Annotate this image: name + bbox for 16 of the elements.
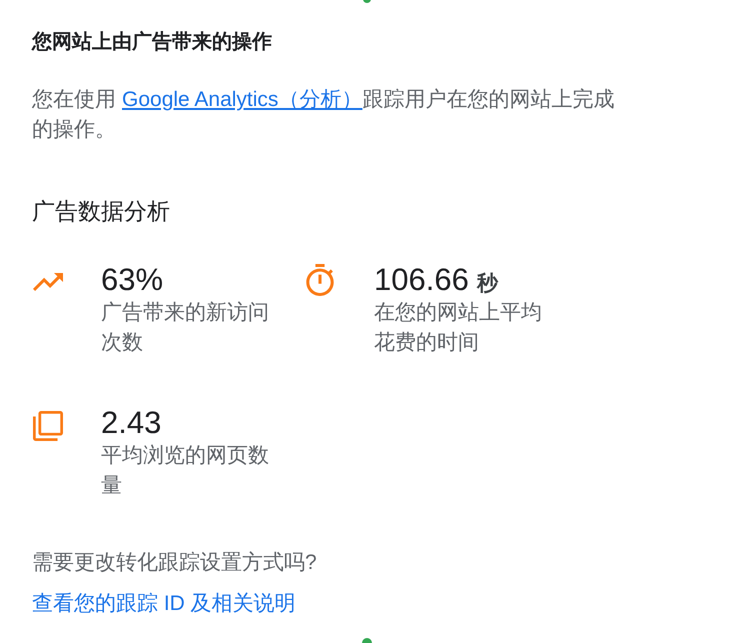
unit-label: 秒 [476,271,498,297]
metric-label: 在您的网站上平均花费的时间 [374,300,543,356]
tracking-id-link[interactable]: 查看您的跟踪 ID 及相关说明 [32,589,296,619]
section-heading: 您网站上由广告带来的操作 [32,30,272,55]
metric-value: 106.66 [374,262,469,298]
trending-up-icon [33,272,63,290]
metric-value: 2.43 [101,405,162,441]
metric-value: 63% [101,262,164,298]
metric-label: 广告带来的新访问次数 [101,300,270,356]
analytics-link[interactable]: Google Analytics（分析） [122,88,362,111]
question-text: 需要更改转化跟踪设置方式吗? [32,550,317,576]
stopwatch-icon [306,264,334,296]
description-text: 您在使用 Google Analytics（分析）跟踪用户在您的网站上完成的操作。 [32,87,616,143]
metric-label: 平均浏览的网页数量 [101,443,270,499]
stacked-pages-icon [33,410,63,440]
section-heading: 广告数据分析 [32,197,170,226]
